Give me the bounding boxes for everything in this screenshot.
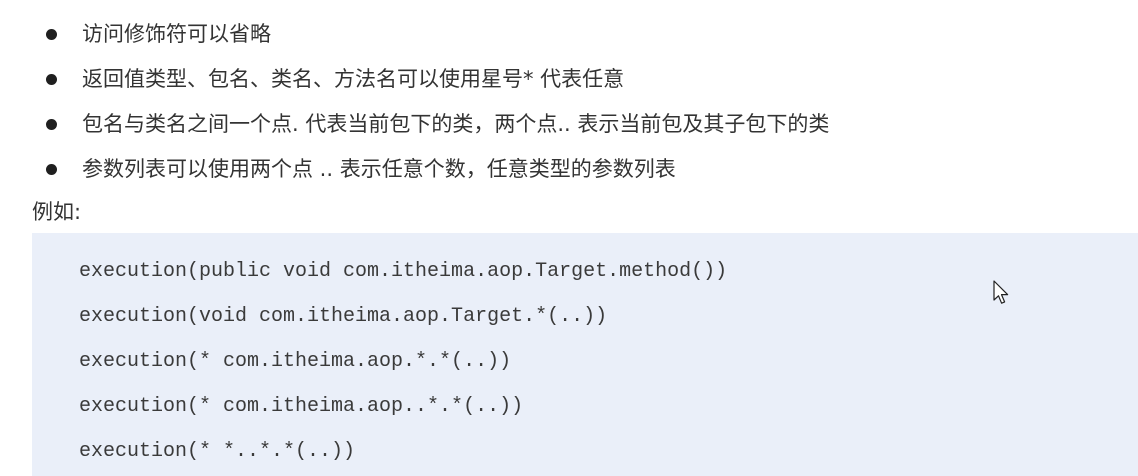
- bullet-item: 返回值类型、包名、类名、方法名可以使用星号* 代表任意: [0, 57, 829, 102]
- bullet-text: 参数列表可以使用两个点 .. 表示任意个数，任意类型的参数列表: [82, 157, 676, 181]
- bullet-text: 包名与类名之间一个点. 代表当前包下的类，两个点.. 表示当前包及其子包下的类: [82, 112, 830, 136]
- code-line: execution(* com.itheima.aop.*.*(..)): [79, 350, 512, 373]
- mouse-pointer-icon: [993, 280, 1009, 304]
- code-line: execution(* *..*.*(..)): [79, 440, 356, 463]
- code-line: execution(public void com.itheima.aop.Ta…: [79, 260, 728, 283]
- bullet-text: 访问修饰符可以省略: [82, 22, 271, 46]
- bullet-item: 参数列表可以使用两个点 .. 表示任意个数，任意类型的参数列表: [0, 147, 829, 192]
- bullet-dot-icon: [46, 74, 57, 85]
- bullet-dot-icon: [46, 119, 57, 130]
- bullet-text: 返回值类型、包名、类名、方法名可以使用星号* 代表任意: [82, 67, 625, 91]
- code-block: execution(public void com.itheima.aop.Ta…: [32, 233, 1138, 476]
- example-label: 例如:: [32, 200, 82, 224]
- bullet-dot-icon: [46, 29, 57, 40]
- bullet-list: 访问修饰符可以省略 返回值类型、包名、类名、方法名可以使用星号* 代表任意 包名…: [0, 12, 829, 192]
- bullet-item: 访问修饰符可以省略: [0, 12, 829, 57]
- code-line: execution(* com.itheima.aop..*.*(..)): [79, 395, 524, 418]
- bullet-item: 包名与类名之间一个点. 代表当前包下的类，两个点.. 表示当前包及其子包下的类: [0, 102, 829, 147]
- bullet-dot-icon: [46, 164, 57, 175]
- code-line: execution(void com.itheima.aop.Target.*(…: [79, 305, 608, 328]
